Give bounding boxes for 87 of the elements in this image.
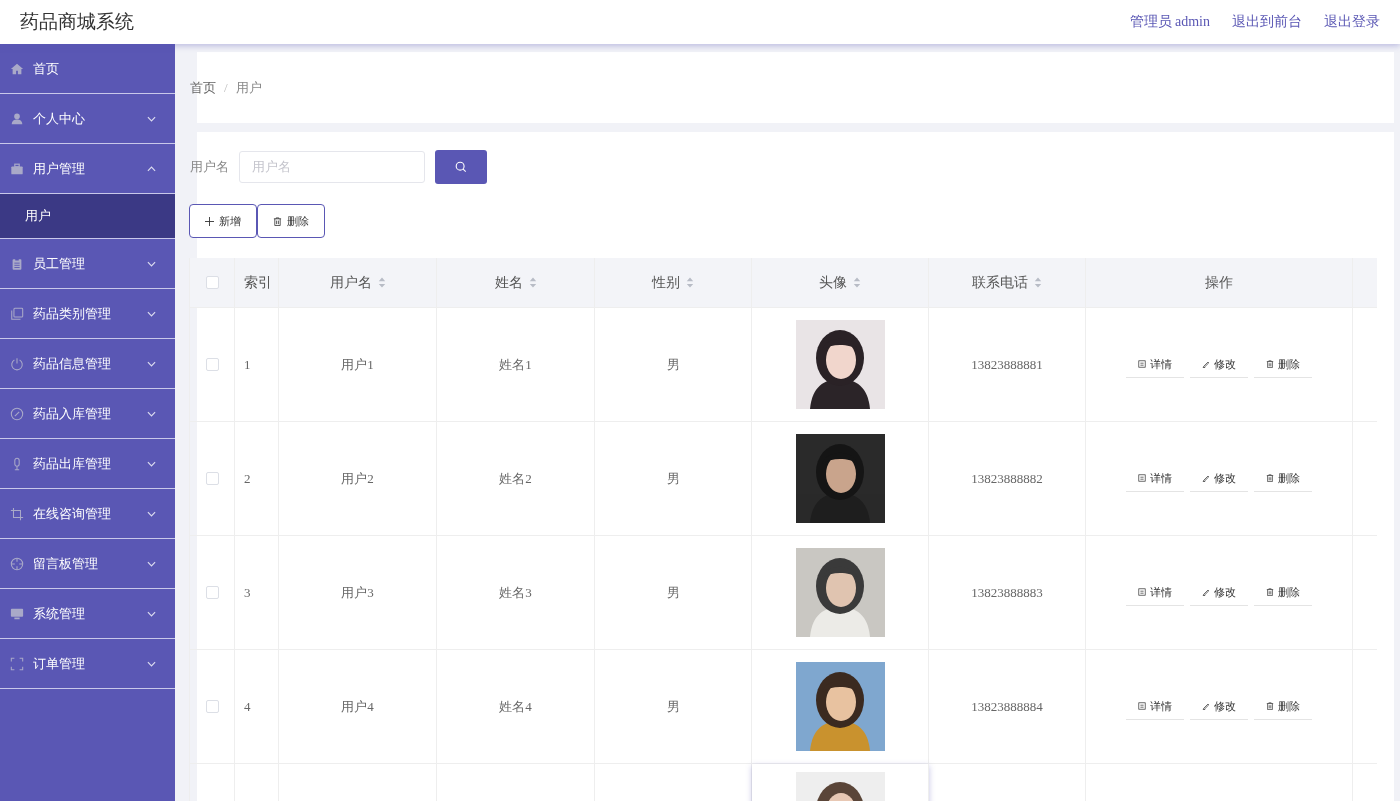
trash-icon bbox=[1266, 588, 1274, 596]
table-cell: 13823888881 bbox=[971, 356, 1043, 373]
checkbox[interactable] bbox=[205, 586, 219, 599]
table-cell: 用户4 bbox=[341, 697, 374, 716]
search-field[interactable]: 用户名 bbox=[239, 151, 425, 183]
menu-item[interactable]: 留言板管理 bbox=[0, 539, 175, 589]
table-cell: 13823888883 bbox=[971, 584, 1043, 601]
checkbox[interactable] bbox=[205, 358, 219, 371]
document-icon bbox=[1138, 588, 1146, 596]
document-icon bbox=[1138, 360, 1146, 368]
menu-item[interactable]: 药品出库管理 bbox=[0, 439, 175, 489]
sort-icon[interactable] bbox=[377, 277, 386, 288]
table-cell: 13823888882 bbox=[971, 470, 1043, 487]
column-header: 用户名 bbox=[329, 273, 372, 292]
header-link[interactable]: 退出到前台 bbox=[1232, 13, 1302, 31]
checkbox[interactable] bbox=[205, 472, 219, 485]
menu-item[interactable]: 药品类别管理 bbox=[0, 289, 175, 339]
table-cell: 用户2 bbox=[341, 469, 374, 488]
compass-icon bbox=[10, 406, 24, 421]
trash-icon bbox=[1266, 702, 1274, 710]
table-cell: 姓名3 bbox=[499, 583, 532, 602]
delete-button[interactable]: 删除 bbox=[257, 204, 325, 238]
user-icon bbox=[10, 111, 24, 126]
table-cell: 1 bbox=[244, 356, 251, 373]
pencil-icon bbox=[1202, 360, 1210, 368]
column-header: 姓名 bbox=[494, 273, 523, 292]
trash-icon bbox=[1266, 360, 1274, 368]
copy-icon bbox=[10, 306, 24, 321]
column-header: 联系电话 bbox=[972, 273, 1028, 292]
menu-item[interactable]: 个人中心 bbox=[0, 94, 175, 144]
crop-icon bbox=[10, 506, 24, 521]
sort-icon[interactable] bbox=[1034, 277, 1042, 288]
frame-icon bbox=[10, 656, 24, 671]
column-header: 索引 bbox=[244, 273, 272, 292]
search-icon bbox=[455, 161, 467, 173]
app-title: 药品商城系统 bbox=[20, 10, 134, 34]
add-button[interactable]: 新增 bbox=[189, 204, 257, 238]
column-header: 头像 bbox=[819, 273, 847, 292]
home-icon bbox=[10, 61, 24, 76]
trash-icon bbox=[273, 216, 282, 226]
power-icon bbox=[10, 356, 24, 371]
table-cell: 用户1 bbox=[341, 355, 374, 374]
menu-item[interactable]: 首页 bbox=[0, 44, 175, 94]
pencil-icon bbox=[1202, 588, 1210, 596]
table-cell: 姓名1 bbox=[499, 355, 532, 374]
breadcrumb-item: 用户 bbox=[235, 78, 262, 97]
sort-icon[interactable] bbox=[528, 277, 537, 288]
search-button[interactable] bbox=[435, 150, 487, 184]
document-icon bbox=[1138, 702, 1146, 710]
header-link[interactable]: 退出登录 bbox=[1324, 13, 1380, 31]
pencil-icon bbox=[1202, 474, 1210, 482]
clipboard-icon bbox=[10, 256, 24, 271]
breadcrumb-item[interactable]: 首页 bbox=[190, 78, 216, 97]
table-cell: 姓名2 bbox=[499, 469, 532, 488]
menu-item[interactable]: 员工管理 bbox=[0, 239, 175, 289]
table-cell: 男 bbox=[666, 469, 680, 488]
table-cell: 男 bbox=[666, 355, 680, 374]
column-header: 操作 bbox=[1205, 273, 1233, 292]
document-icon bbox=[1138, 474, 1146, 482]
sort-icon[interactable] bbox=[853, 277, 861, 288]
table-cell: 姓名4 bbox=[499, 697, 532, 716]
sort-icon[interactable] bbox=[686, 277, 694, 288]
checkbox[interactable] bbox=[205, 276, 219, 289]
table-cell: 用户3 bbox=[341, 583, 374, 602]
briefcase-icon bbox=[10, 161, 24, 176]
table-cell: 男 bbox=[666, 697, 680, 716]
table-cell: 3 bbox=[244, 584, 251, 601]
plus-icon bbox=[205, 216, 214, 226]
submenu-item[interactable]: 用户 bbox=[0, 194, 175, 239]
table-cell: 男 bbox=[666, 583, 680, 602]
monitor-icon bbox=[10, 606, 24, 621]
table-cell: 13823888884 bbox=[971, 698, 1043, 715]
column-header: 性别 bbox=[652, 273, 680, 292]
trash-icon bbox=[1266, 474, 1274, 482]
menu-item[interactable]: 系统管理 bbox=[0, 589, 175, 639]
crosshair-icon bbox=[10, 556, 24, 571]
breadcrumb-separator: / bbox=[224, 79, 228, 96]
pencil-icon bbox=[1202, 702, 1210, 710]
menu-item[interactable]: 药品信息管理 bbox=[0, 339, 175, 389]
table-cell: 2 bbox=[244, 470, 251, 487]
menu-item[interactable]: 订单管理 bbox=[0, 639, 175, 689]
menu-item[interactable]: 在线咨询管理 bbox=[0, 489, 175, 539]
header-link[interactable]: 管理员 admin bbox=[1129, 13, 1210, 31]
menu-item[interactable]: 药品入库管理 bbox=[0, 389, 175, 439]
checkbox[interactable] bbox=[205, 700, 219, 713]
table-cell: 4 bbox=[244, 698, 251, 715]
search-label: 用户名 bbox=[190, 158, 229, 176]
